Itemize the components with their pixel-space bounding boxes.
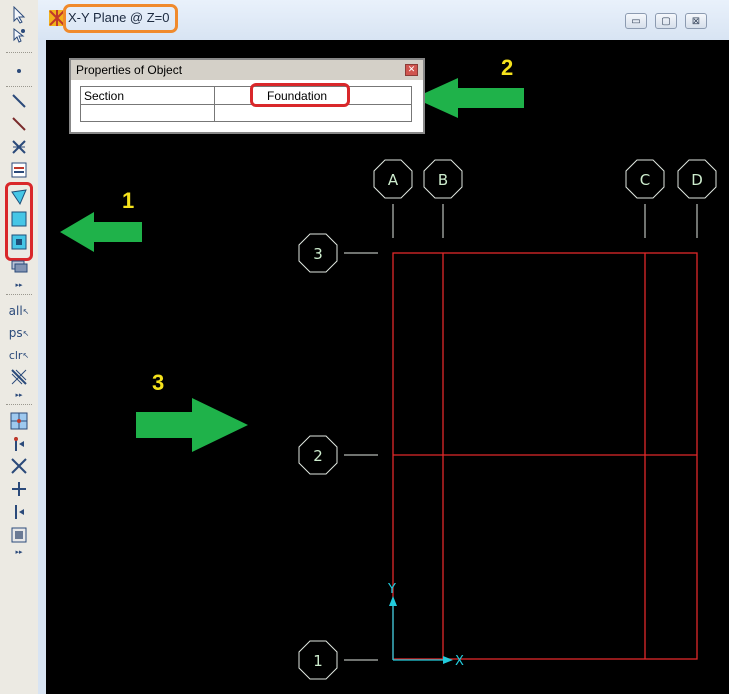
previous-select-label: ps bbox=[8, 326, 23, 340]
grid-bubble-2[interactable]: 2 bbox=[298, 435, 338, 475]
select-all-icon[interactable]: all ↖ bbox=[8, 300, 30, 322]
properties-panel-title: Properties of Object bbox=[76, 63, 183, 77]
toolbar-expand-icon[interactable]: ▸▸ bbox=[12, 548, 26, 556]
frame-outline[interactable] bbox=[392, 252, 698, 660]
row-divider bbox=[81, 104, 411, 105]
property-label-section: Section bbox=[84, 89, 125, 103]
toolbar-expand-icon[interactable]: ▸▸ bbox=[12, 391, 26, 399]
grid-label-b: B bbox=[438, 171, 448, 189]
left-toolbar: ▸▸ all ↖ ps ↖ clr ↖ ▸▸ ▸▸ bbox=[0, 0, 39, 694]
line-icon[interactable] bbox=[8, 90, 30, 112]
grid-label-a: A bbox=[388, 171, 399, 189]
properties-close-button[interactable]: ✕ bbox=[405, 64, 418, 76]
grid-bubble-b[interactable]: B bbox=[423, 159, 463, 199]
snap-perpendicular-icon[interactable] bbox=[8, 478, 30, 500]
reshape-icon[interactable] bbox=[8, 26, 30, 48]
grid-bubble-d[interactable]: D bbox=[677, 159, 717, 199]
toolbar-separator bbox=[6, 86, 32, 88]
maximize-button[interactable]: ▢ bbox=[655, 13, 677, 29]
section-value-highlight bbox=[250, 83, 350, 107]
snap-intersection-icon[interactable] bbox=[8, 455, 30, 477]
pointer-icon[interactable] bbox=[8, 4, 30, 26]
annotation-number-2: 2 bbox=[501, 55, 513, 80]
intersect-icon[interactable] bbox=[8, 366, 30, 388]
select-all-label: all bbox=[8, 304, 23, 318]
table-icon[interactable] bbox=[8, 159, 30, 181]
annotation-arrow-2 bbox=[414, 78, 524, 118]
snap-grid-icon[interactable] bbox=[8, 524, 30, 546]
annotation-arrow-1 bbox=[60, 212, 142, 252]
grid-label-1: 1 bbox=[313, 652, 323, 670]
point-icon[interactable] bbox=[8, 60, 30, 82]
grid-label-c: C bbox=[640, 171, 650, 189]
line-icon[interactable] bbox=[8, 113, 30, 135]
grid-label-2: 2 bbox=[313, 447, 323, 465]
rectangle-area-icon[interactable] bbox=[8, 208, 30, 230]
x-axis-label: X bbox=[455, 654, 464, 669]
toolbar-expand-icon[interactable]: ▸▸ bbox=[12, 281, 26, 289]
frame-grid bbox=[392, 252, 698, 660]
close-button[interactable]: ⊠ bbox=[685, 13, 707, 29]
grid-label-3: 3 bbox=[313, 245, 323, 263]
properties-of-object-panel[interactable]: Properties of Object ✕ Section Foundatio… bbox=[69, 58, 425, 134]
grid-label-d: D bbox=[691, 171, 703, 189]
grid-bubble-3[interactable]: 3 bbox=[298, 233, 338, 273]
plan-drawing: A B C D 3 2 1 Y X 1 2 3 bbox=[60, 55, 717, 680]
properties-table: Section Foundation bbox=[80, 86, 412, 122]
properties-panel-titlebar[interactable]: Properties of Object ✕ bbox=[71, 60, 423, 80]
draw-area-icon[interactable] bbox=[8, 186, 30, 208]
grid-bubble-c[interactable]: C bbox=[625, 159, 665, 199]
toolbar-separator bbox=[6, 404, 32, 406]
previous-select-icon[interactable]: ps ↖ bbox=[8, 322, 30, 344]
quick-area-icon[interactable] bbox=[8, 231, 30, 253]
bubble-leaders bbox=[344, 204, 698, 661]
clear-select-icon[interactable]: clr ↖ bbox=[8, 344, 30, 366]
annotation-number-1: 1 bbox=[122, 188, 134, 213]
toolbar-separator bbox=[6, 294, 32, 296]
extrude-icon[interactable] bbox=[8, 255, 30, 277]
window-frame bbox=[38, 40, 46, 694]
snap-line-icon[interactable] bbox=[8, 501, 30, 523]
title-bar: X-Y Plane @ Z=0 ▭ ▢ ⊠ bbox=[38, 0, 729, 40]
snap-line-end-icon[interactable] bbox=[8, 433, 30, 455]
grid-bubble-1[interactable]: 1 bbox=[298, 640, 338, 680]
grid-bubble-a[interactable]: A bbox=[373, 159, 413, 199]
snap-joint-icon[interactable] bbox=[8, 410, 30, 432]
y-axis-label: Y bbox=[387, 582, 396, 597]
clear-select-label: clr bbox=[8, 348, 23, 362]
drawing-canvas[interactable]: A B C D 3 2 1 Y X 1 2 3 Properties of Ob… bbox=[46, 40, 729, 694]
title-highlight bbox=[63, 4, 178, 33]
cross-brace-icon[interactable] bbox=[8, 136, 30, 158]
annotation-number-3: 3 bbox=[152, 370, 164, 395]
annotation-arrow-3 bbox=[136, 398, 248, 452]
toolbar-separator bbox=[6, 52, 32, 54]
minimize-button[interactable]: ▭ bbox=[625, 13, 647, 29]
plan-view-window: X-Y Plane @ Z=0 ▭ ▢ ⊠ A B C D 3 2 1 Y X … bbox=[38, 0, 729, 694]
